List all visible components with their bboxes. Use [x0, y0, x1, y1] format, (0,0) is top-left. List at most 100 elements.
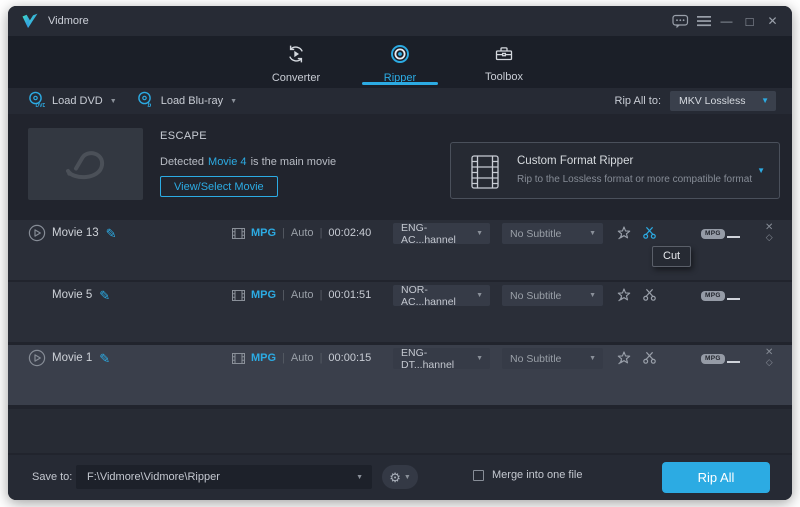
gear-icon: ⚙ — [389, 471, 401, 484]
tab-converter-label: Converter — [272, 72, 320, 84]
feedback-icon[interactable] — [669, 6, 692, 36]
chevron-down-icon: ▼ — [761, 97, 769, 105]
separator: | — [282, 289, 285, 301]
movie-name-group: Movie 1 ✎ — [52, 345, 110, 371]
film-icon — [232, 290, 245, 301]
play-button[interactable] — [28, 224, 46, 242]
film-icon — [232, 228, 245, 239]
format-badge-line — [727, 298, 740, 300]
audio-track-select[interactable]: NOR-AC...hannel ▼ — [393, 285, 490, 306]
duration-value: 00:02:40 — [328, 227, 371, 239]
filmstrip-icon — [469, 154, 501, 193]
rip-all-to-label: Rip All to: — [615, 95, 661, 107]
tab-ripper[interactable]: Ripper — [361, 36, 439, 88]
quality-value: Auto — [291, 289, 314, 301]
chevron-down-icon: ▼ — [589, 230, 596, 237]
movie-list: Movie 13 ✎ MPG | Auto | 00:02:40 ENG-AC.… — [8, 214, 792, 455]
audio-track-value: ENG-AC...hannel — [401, 222, 476, 246]
duration-value: 00:00:15 — [328, 352, 371, 364]
audio-track-select[interactable]: ENG-DT...hannel ▼ — [393, 348, 490, 369]
ripper-icon — [390, 44, 410, 67]
save-path-value: F:\Vidmore\Vidmore\Ripper — [87, 471, 220, 483]
toolbar: DVD Load DVD ▼ b Load Blu-ray ▼ Rip All … — [8, 88, 792, 114]
maximize-button[interactable]: □ — [738, 6, 761, 36]
movie-name: Movie 5 — [52, 289, 92, 301]
rename-icon[interactable]: ✎ — [99, 352, 110, 365]
menu-icon[interactable] — [692, 6, 715, 36]
table-row — [8, 409, 792, 453]
chevron-down-icon: ▼ — [404, 474, 411, 481]
detected-suffix: is the main movie — [251, 156, 337, 168]
close-button[interactable]: ✕ — [761, 6, 784, 36]
merge-checkbox[interactable] — [473, 470, 484, 481]
subtitle-select[interactable]: No Subtitle ▼ — [502, 285, 603, 306]
app-window: Vidmore — □ ✕ — [8, 6, 792, 500]
audio-track-value: ENG-DT...hannel — [401, 347, 476, 371]
chevron-down-icon[interactable]: ▼ — [757, 167, 765, 175]
output-settings-button[interactable]: ⚙ ▼ — [382, 465, 418, 489]
load-bluray-button[interactable]: b Load Blu-ray ▼ — [137, 91, 237, 111]
vidmore-logo-icon — [21, 12, 39, 30]
subtitle-select[interactable]: No Subtitle ▼ — [502, 223, 603, 244]
remove-row-button[interactable]: ✕ ◇ — [765, 223, 773, 242]
subtitle-select[interactable]: No Subtitle ▼ — [502, 348, 603, 369]
chevron-down-icon: ▼ — [230, 98, 237, 105]
quality-value: Auto — [291, 227, 314, 239]
custom-format-title: Custom Format Ripper — [517, 155, 633, 167]
app-title: Vidmore — [48, 15, 89, 27]
custom-format-ripper-panel[interactable]: Custom Format Ripper Rip to the Lossless… — [450, 142, 780, 199]
title-bar: Vidmore — □ ✕ — [8, 6, 792, 36]
tab-toolbox[interactable]: Toolbox — [465, 36, 543, 88]
audio-track-value: NOR-AC...hannel — [401, 284, 476, 308]
minimize-button[interactable]: — — [715, 6, 738, 36]
format-badge: MPG — [701, 291, 740, 301]
rename-icon[interactable]: ✎ — [106, 227, 117, 240]
merge-label: Merge into one file — [492, 469, 583, 481]
converter-icon — [286, 44, 306, 67]
detected-movie-link[interactable]: Movie 4 — [208, 156, 247, 168]
media-info: MPG | Auto | 00:00:15 — [232, 345, 371, 371]
output-format-select[interactable]: MKV Lossless ▼ — [670, 91, 776, 111]
play-button[interactable] — [28, 349, 46, 367]
duration-value: 00:01:51 — [328, 289, 371, 301]
detected-prefix: Detected — [160, 156, 204, 168]
cut-icon[interactable] — [642, 350, 657, 365]
format-value: MPG — [251, 289, 276, 301]
load-bluray-label: Load Blu-ray — [161, 95, 223, 107]
footer-bar: Save to: F:\Vidmore\Vidmore\Ripper ▼ ⚙ ▼… — [8, 455, 792, 500]
cut-icon[interactable] — [642, 225, 657, 240]
remove-row-button[interactable]: ✕ ◇ — [765, 348, 773, 367]
disc-info-section: ESCAPE Detected Movie 4 is the main movi… — [8, 114, 792, 214]
table-row: Movie 1 ✎ MPG | Auto | 00:00:15 ENG-DT..… — [8, 345, 792, 405]
rename-icon[interactable]: ✎ — [99, 289, 110, 302]
format-badge: MPG — [701, 354, 740, 364]
tab-converter[interactable]: Converter — [257, 36, 335, 88]
cut-icon[interactable] — [642, 287, 657, 302]
movie-name-group: Movie 5 ✎ — [52, 282, 110, 308]
format-value: MPG — [251, 227, 276, 239]
separator: | — [320, 227, 323, 239]
edit-effects-icon[interactable] — [616, 287, 632, 303]
separator: | — [320, 352, 323, 364]
format-badge-text: MPG — [701, 291, 725, 301]
separator: | — [282, 227, 285, 239]
movie-name: Movie 13 — [52, 227, 99, 239]
toolbox-icon — [494, 44, 514, 66]
tab-toolbox-label: Toolbox — [485, 71, 523, 83]
audio-track-select[interactable]: ENG-AC...hannel ▼ — [393, 223, 490, 244]
edit-effects-icon[interactable] — [616, 350, 632, 366]
format-badge-text: MPG — [701, 354, 725, 364]
view-select-movie-button[interactable]: View/Select Movie — [160, 176, 278, 197]
save-path-select[interactable]: F:\Vidmore\Vidmore\Ripper ▼ — [76, 465, 372, 489]
chevron-down-icon: ▼ — [476, 292, 483, 299]
load-dvd-button[interactable]: DVD Load DVD ▼ — [28, 91, 117, 111]
rip-all-button[interactable]: Rip All — [662, 462, 770, 493]
detected-movie-line: Detected Movie 4 is the main movie — [160, 156, 336, 168]
movie-name-group: Movie 13 ✎ — [52, 220, 117, 246]
chevron-down-icon: ▼ — [110, 98, 117, 105]
edit-effects-icon[interactable] — [616, 225, 632, 241]
quality-value: Auto — [291, 352, 314, 364]
format-value: MPG — [251, 352, 276, 364]
bluray-logo-icon — [56, 140, 116, 189]
chevron-down-icon: ▼ — [589, 292, 596, 299]
